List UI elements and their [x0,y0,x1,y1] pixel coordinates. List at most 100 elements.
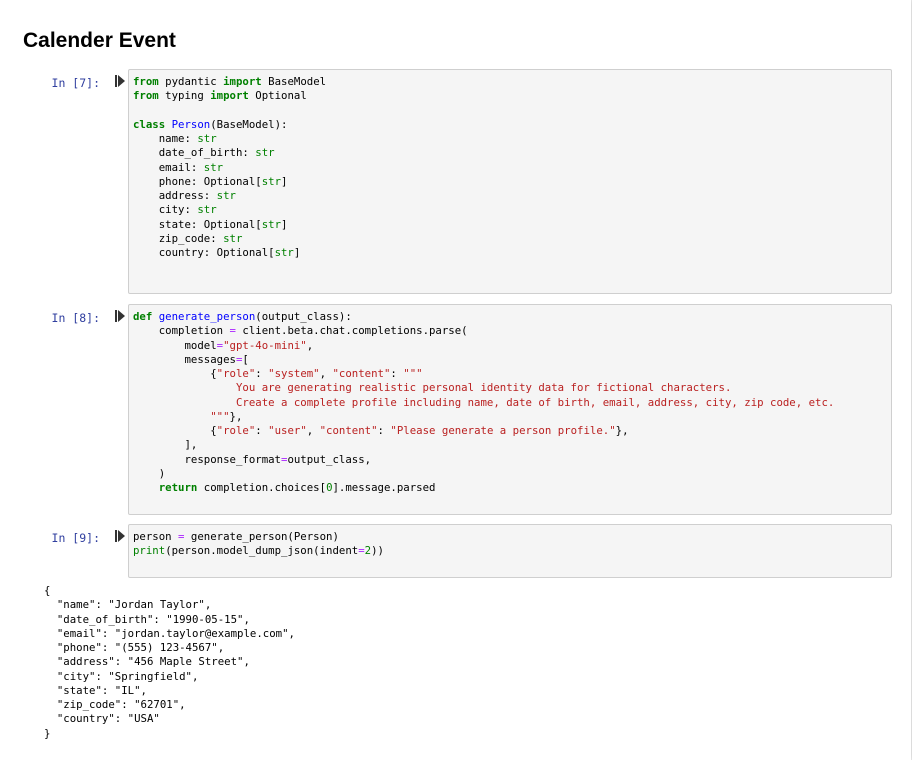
code-token: Person [165,117,211,131]
code-token: return [158,481,198,494]
code-token: "Please generate a person profile." [390,424,616,437]
code-token: ] [281,174,288,188]
code-token: date_of_birth: [133,146,256,160]
code-token: "user" [268,424,307,437]
code-token: phone: Optional[ [133,174,262,188]
code-token: state: Optional[ [133,217,262,231]
code-line: response_format=output_class, [133,453,891,467]
code-token: country: Optional[ [133,246,275,259]
code-token: Create a complete profile including name… [133,395,835,409]
code-line: zip_code: str [133,232,891,246]
code-token: str [197,132,217,145]
code-token: "role" [216,424,256,437]
cell-prompt: In [7]: [51,76,100,90]
code-token: from [133,89,159,103]
code-token: print [133,544,166,558]
code-token: str [197,203,217,217]
code-token: "gpt-4o-mini" [223,338,307,352]
code-token: ) [133,466,166,480]
code-input-area[interactable]: def generate_person(output_class): compl… [128,304,892,515]
code-token: model [133,338,217,352]
code-token: : [255,424,269,437]
code-line: class Person(BaseModel): [133,118,891,132]
code-line: You are generating realistic personal id… [133,381,891,395]
code-token: completion [133,324,230,338]
code-line: date_of_birth: str [133,146,891,160]
code-editor[interactable]: def generate_person(output_class): compl… [129,305,891,495]
code-line: ) [133,467,891,481]
code-token: client.beta.chat.completions.parse( [235,324,468,338]
code-token: response_format [133,452,281,466]
code-token: { [133,424,217,437]
code-line: completion = client.beta.chat.completion… [133,324,891,338]
cell-output: { "name": "Jordan Taylor", "date_of_birt… [44,584,295,740]
code-editor[interactable]: person = generate_person(Person) print(pe… [129,525,891,559]
code-line: phone: Optional[str] [133,175,891,189]
code-token: (person.model_dump_json(indent [165,544,359,558]
code-token: str [274,246,294,259]
code-line: city: str [133,203,891,217]
code-token: str [261,174,282,188]
code-token: , [319,367,333,380]
code-token: from [133,75,159,88]
code-token: (BaseModel): [210,117,288,131]
code-token: typing [158,89,204,103]
code-line: Create a complete profile including name… [133,396,891,410]
code-token: """ [133,409,230,423]
code-token: completion.choices[ [197,481,327,494]
code-token: str [203,160,224,174]
code-token: person [133,530,179,543]
code-token: ] [293,246,301,259]
code-token: : [390,367,404,380]
code-token: city: [133,203,198,217]
code-token: zip_code: [133,231,224,245]
code-token: address: [133,189,217,202]
code-token: import [203,89,249,103]
code-token: class [133,117,166,131]
code-token: ].message.parsed [332,481,436,494]
code-token: )) [371,544,384,558]
code-token: BaseModel [261,75,327,88]
code-editor[interactable]: from pydantic import BaseModel from typin… [129,70,891,260]
run-cell-icon[interactable] [115,75,125,87]
code-line: from pydantic import BaseModel [133,75,891,89]
code-token: }, [229,409,243,423]
code-token: email: [133,160,204,174]
code-token: ] [281,217,288,231]
code-token: import [216,75,262,88]
code-token: str [261,217,282,231]
code-token: def [133,310,153,323]
code-token: "content" [319,424,378,437]
code-line: state: Optional[str] [133,218,891,232]
code-token: pydantic [158,75,217,88]
code-token: , [306,424,320,437]
run-cell-icon[interactable] [115,530,125,542]
code-token: generate_person(Person) [184,530,339,543]
code-line: model="gpt-4o-mini", [133,339,891,353]
code-token: ], [133,438,198,452]
code-token: str [255,146,275,160]
notebook-title: Calender Event [23,29,176,52]
run-cell-icon[interactable] [115,310,125,322]
code-input-area[interactable]: person = generate_person(Person) print(pe… [128,524,892,578]
code-line: email: str [133,161,891,175]
code-line: def generate_person(output_class): [133,310,891,324]
code-line: {"role": "user", "content": "Please gene… [133,424,891,438]
code-token: , [306,338,314,352]
code-line: ], [133,438,891,452]
code-token: [ [242,352,249,366]
code-line: {"role": "system", "content": """ [133,367,891,381]
code-line: messages=[ [133,353,891,367]
code-token: You are generating realistic personal id… [133,381,732,395]
code-token: "role" [216,367,256,380]
notebook-page: Calender Event In [7]: from pydantic imp… [0,0,911,760]
code-input-area[interactable]: from pydantic import BaseModel from typin… [128,69,892,294]
code-line: person = generate_person(Person) [133,530,891,544]
code-token: name: [133,132,198,145]
code-token: Optional [248,89,307,103]
code-line: print(person.model_dump_json(indent=2)) [133,544,891,558]
cell-prompt: In [9]: [51,531,100,545]
code-token: "content" [332,367,391,380]
cell-prompt: In [8]: [51,311,100,325]
